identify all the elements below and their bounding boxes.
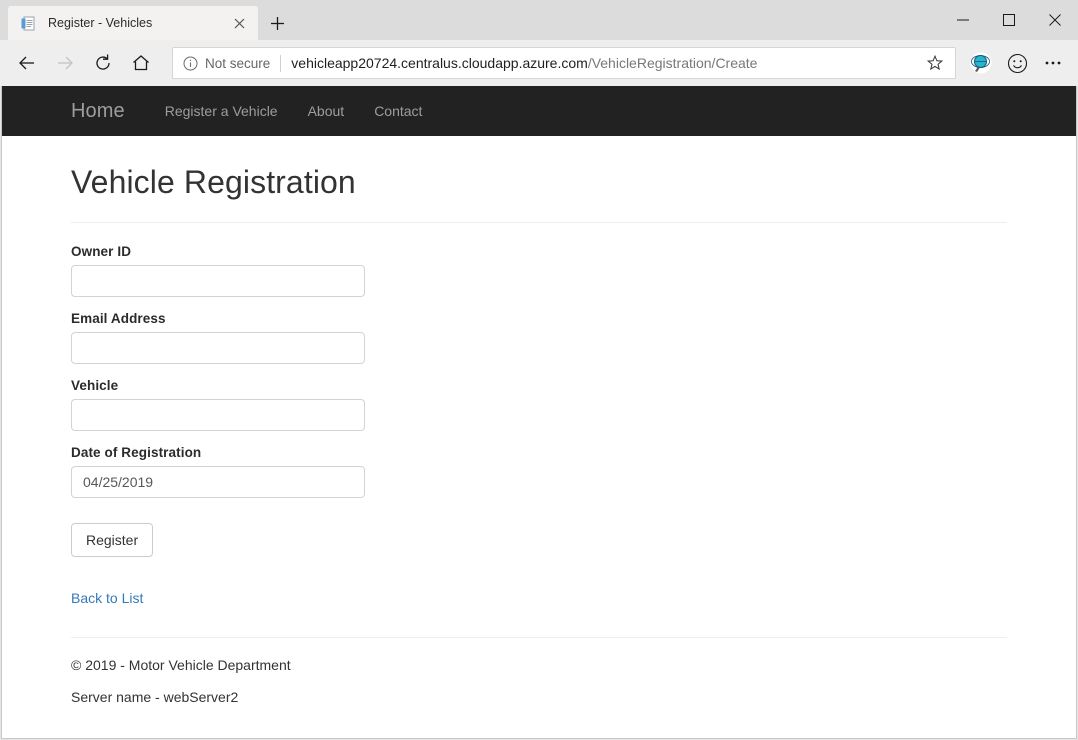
back-arrow-icon[interactable] — [8, 44, 46, 82]
footer-copyright: © 2019 - Motor Vehicle Department — [71, 657, 291, 673]
page-title: Vehicle Registration — [71, 164, 356, 200]
title-bar: Register - Vehicles — [0, 0, 1078, 40]
label-date-of-registration: Date of Registration — [71, 445, 202, 460]
page-container: Vehicle Registration Owner ID Email Addr… — [2, 164, 1076, 705]
maximize-icon[interactable] — [986, 0, 1032, 40]
security-status[interactable]: Not secure — [183, 56, 270, 71]
vehicle-input[interactable] — [71, 399, 365, 431]
site-nav-links: Register a Vehicle About Contact — [150, 103, 438, 119]
star-icon[interactable] — [921, 49, 949, 77]
nav-link-register-a-vehicle[interactable]: Register a Vehicle — [150, 103, 293, 119]
security-label: Not secure — [205, 55, 271, 71]
nav-brand-home[interactable]: Home — [71, 100, 125, 123]
new-tab-button[interactable] — [258, 6, 296, 40]
tab-strip: Register - Vehicles — [0, 0, 296, 40]
browser-toolbar: Not secure vehicleapp20724.centralus.clo… — [0, 40, 1078, 86]
footer-divider — [71, 637, 1007, 638]
home-icon[interactable] — [122, 44, 160, 82]
page-document-icon — [20, 15, 37, 32]
ellipsis-more-icon[interactable] — [1036, 46, 1070, 80]
register-button[interactable]: Register — [71, 523, 154, 557]
tab-close-icon[interactable] — [228, 12, 250, 34]
site-navbar: Home Register a Vehicle About Contact — [2, 86, 1076, 136]
browser-window: Register - Vehicles Not secure vehicleap… — [0, 0, 1078, 740]
email-address-input[interactable] — [71, 332, 365, 364]
page-viewport: Home Register a Vehicle About Contact Ve… — [1, 86, 1077, 739]
refresh-icon[interactable] — [84, 44, 122, 82]
tab-title: Register - Vehicles — [48, 16, 153, 30]
field-vehicle: Vehicle — [71, 378, 1007, 431]
info-circle-icon — [183, 56, 205, 71]
date-of-registration-input[interactable] — [71, 466, 365, 498]
browser-tab[interactable]: Register - Vehicles — [8, 6, 258, 40]
label-owner-id: Owner ID — [71, 244, 132, 259]
field-owner-id: Owner ID — [71, 244, 1007, 297]
field-date-of-registration: Date of Registration — [71, 445, 1007, 498]
footer-server-name: Server name - webServer2 — [71, 689, 239, 705]
window-controls — [940, 0, 1078, 40]
label-vehicle: Vehicle — [71, 378, 119, 393]
url-host: vehicleapp20724.centralus.cloudapp.azure… — [291, 55, 588, 71]
nav-link-contact[interactable]: Contact — [359, 103, 437, 119]
minimize-icon[interactable] — [940, 0, 986, 40]
address-bar[interactable]: Not secure vehicleapp20724.centralus.clo… — [172, 47, 956, 79]
url-path: /VehicleRegistration/Create — [587, 55, 758, 71]
nav-link-about[interactable]: About — [293, 103, 360, 119]
field-email-address: Email Address — [71, 311, 1007, 364]
smiley-face-icon[interactable] — [1000, 46, 1034, 80]
label-email-address: Email Address — [71, 311, 166, 326]
globe-extension-icon[interactable] — [964, 46, 998, 80]
vehicle-registration-form: Owner ID Email Address Vehicle Date of R… — [71, 223, 1007, 557]
address-divider — [280, 54, 282, 72]
forward-arrow-icon — [46, 44, 84, 82]
close-icon[interactable] — [1032, 0, 1078, 40]
owner-id-input[interactable] — [71, 265, 365, 297]
back-to-list-link[interactable]: Back to List — [71, 590, 143, 606]
url-text[interactable]: vehicleapp20724.centralus.cloudapp.azure… — [291, 55, 921, 71]
